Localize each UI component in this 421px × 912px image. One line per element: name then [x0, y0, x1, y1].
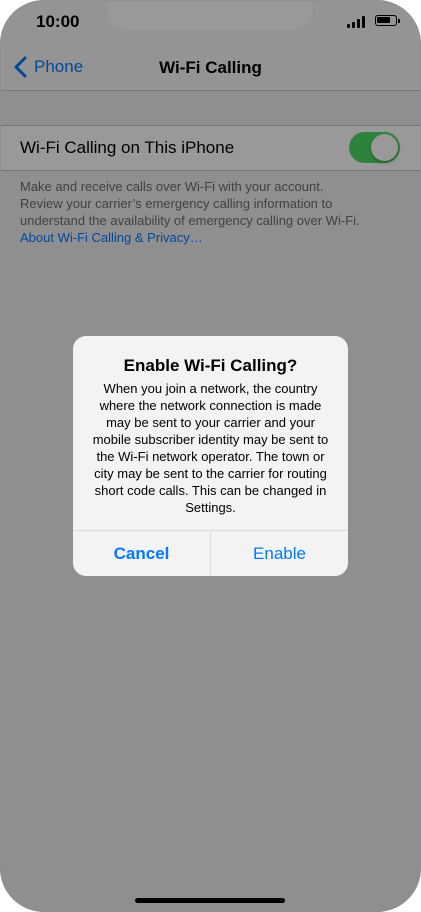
alert-message: When you join a network, the country whe… — [92, 381, 329, 515]
enable-button[interactable]: Enable — [211, 531, 348, 576]
cancel-button[interactable]: Cancel — [73, 531, 210, 576]
alert-dialog: Enable Wi-Fi Calling? When you join a ne… — [73, 336, 348, 576]
alert-title: Enable Wi-Fi Calling? — [123, 356, 298, 375]
phone-screen: 10:00 Phone Wi-Fi Calling Wi-Fi Calling … — [0, 0, 421, 912]
